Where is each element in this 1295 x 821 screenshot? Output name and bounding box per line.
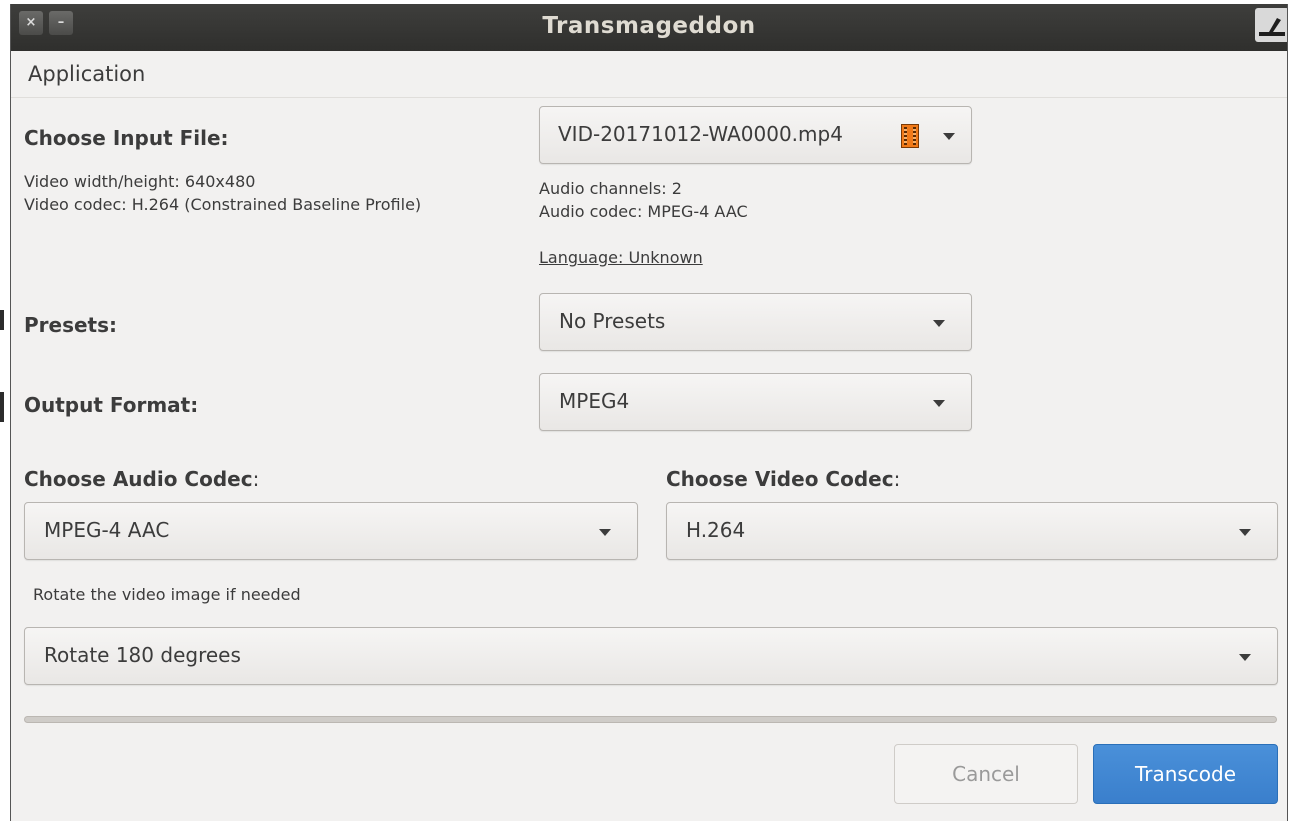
video-codec-label-text: Choose Video Codec	[666, 467, 894, 491]
input-file-chooser[interactable]: VID-20171012-WA0000.mp4	[539, 106, 972, 164]
chevron-down-icon	[943, 133, 955, 140]
menu-bar: Application	[11, 51, 1287, 98]
progress-bar	[24, 716, 1277, 723]
rotate-value: Rotate 180 degrees	[44, 643, 241, 667]
audio-codec-info: Audio codec: MPEG-4 AAC	[539, 202, 748, 221]
video-codec-info: Video codec: H.264 (Constrained Baseline…	[24, 195, 422, 214]
chevron-down-icon	[1239, 529, 1251, 536]
audio-codec-label: Choose Audio Codec:	[24, 467, 259, 491]
audio-codec-label-text: Choose Audio Codec	[24, 467, 253, 491]
video-codec-label: Choose Video Codec:	[666, 467, 900, 491]
chevron-down-icon	[933, 400, 945, 407]
audio-codec-value: MPEG-4 AAC	[44, 518, 170, 542]
presets-dropdown[interactable]: No Presets	[539, 293, 972, 351]
menu-application[interactable]: Application	[28, 62, 145, 86]
video-file-icon	[901, 124, 919, 148]
transcode-button[interactable]: Transcode	[1093, 744, 1278, 804]
window-title: Transmageddon	[542, 13, 756, 39]
rotate-label: Rotate the video image if needed	[33, 585, 301, 604]
chevron-down-icon	[1239, 654, 1251, 661]
video-codec-label-colon: :	[893, 467, 901, 491]
chevron-down-icon	[933, 320, 945, 327]
presets-value: No Presets	[559, 309, 666, 333]
rotate-dropdown[interactable]: Rotate 180 degrees	[24, 627, 1278, 685]
resize-handle-icon[interactable]	[1255, 8, 1287, 42]
presets-label: Presets:	[24, 313, 118, 337]
background-edge-mark	[0, 392, 4, 422]
title-bar: × – Transmageddon	[11, 4, 1287, 51]
audio-codec-label-colon: :	[252, 467, 260, 491]
choose-input-label: Choose Input File:	[24, 126, 229, 150]
audio-channels-text: Audio channels: 2	[539, 179, 682, 198]
input-file-name: VID-20171012-WA0000.mp4	[558, 122, 843, 146]
chevron-down-icon	[599, 529, 611, 536]
output-format-label: Output Format:	[24, 393, 199, 417]
audio-codec-dropdown[interactable]: MPEG-4 AAC	[24, 502, 638, 560]
output-format-dropdown[interactable]: MPEG4	[539, 373, 972, 431]
cancel-button[interactable]: Cancel	[894, 744, 1078, 804]
background-edge-mark	[0, 310, 4, 330]
video-codec-dropdown[interactable]: H.264	[666, 502, 1278, 560]
video-codec-value: H.264	[686, 518, 746, 542]
video-size-text: Video width/height: 640x480	[24, 172, 256, 191]
language-link[interactable]: Language: Unknown	[539, 248, 703, 267]
app-window: × – Transmageddon Application Choose Inp…	[10, 4, 1288, 821]
output-format-value: MPEG4	[559, 389, 630, 413]
